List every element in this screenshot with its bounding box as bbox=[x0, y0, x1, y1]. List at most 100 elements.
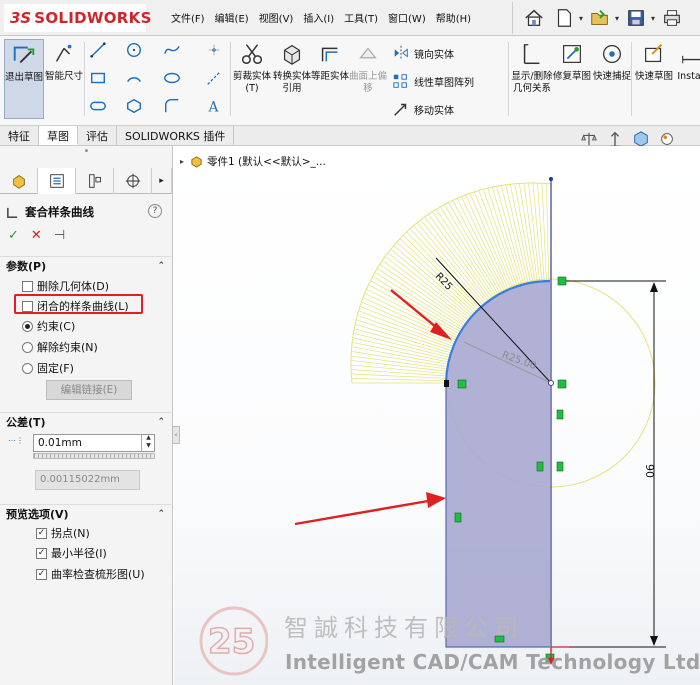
spline-icon[interactable] bbox=[162, 40, 182, 60]
move-icon bbox=[394, 103, 407, 116]
min-radius-checkbox[interactable]: ✓ bbox=[36, 547, 47, 559]
unconstrained-option[interactable]: 解除约束(N) bbox=[22, 339, 98, 355]
spline-endpoint[interactable] bbox=[444, 380, 449, 387]
crosshair-icon bbox=[125, 173, 140, 189]
feature-manager-tab[interactable] bbox=[0, 168, 38, 194]
parameters-section-header[interactable]: 参数(P) ⌃ bbox=[0, 256, 173, 274]
fillet-icon[interactable] bbox=[162, 96, 182, 116]
menu-help[interactable]: 帮助(H) bbox=[431, 10, 476, 25]
offset-entities-button[interactable]: 等距实体 bbox=[310, 39, 350, 83]
curvature-comb-checkbox[interactable]: ✓ bbox=[36, 568, 47, 580]
coincident-marker[interactable] bbox=[557, 379, 567, 389]
comb-tooth bbox=[351, 369, 448, 377]
unconstrained-radio[interactable] bbox=[22, 341, 33, 353]
curvature-comb-option[interactable]: ✓ 曲率检查梳形图(U) bbox=[36, 566, 145, 582]
panel-collapse-handle[interactable]: ‹ bbox=[172, 426, 180, 444]
new-document-icon[interactable] bbox=[551, 5, 577, 31]
mirror-entities-button[interactable]: 镜向实体 bbox=[392, 44, 454, 62]
help-icon[interactable]: ? bbox=[148, 204, 162, 218]
repair-sketch-button[interactable]: 修复草图 bbox=[552, 39, 592, 83]
tolerance-stepper[interactable]: ▲ ▼ bbox=[141, 434, 155, 452]
tolerance-section-header[interactable]: 公差(T) ⌃ bbox=[0, 412, 173, 430]
print-icon[interactable] bbox=[659, 5, 685, 31]
text-icon[interactable]: A bbox=[204, 96, 224, 116]
constrained-option[interactable]: 约束(C) bbox=[22, 318, 75, 334]
inflection-checkbox[interactable]: ✓ bbox=[36, 527, 47, 539]
preview-section-header[interactable]: 预览选项(V) ⌃ bbox=[0, 504, 173, 522]
center-point bbox=[549, 177, 553, 181]
trim-entities-button[interactable]: 剪裁实体(T) bbox=[232, 39, 272, 95]
tolerance-slider[interactable] bbox=[33, 453, 155, 459]
coincident-marker[interactable] bbox=[557, 276, 567, 286]
delete-geometry-option[interactable]: 删除几何体(D) bbox=[22, 278, 109, 294]
tab-sketch[interactable]: 草图 bbox=[39, 126, 78, 145]
offset-on-surface-label: 曲面上偏移 bbox=[348, 71, 387, 94]
menu-view[interactable]: 视图(V) bbox=[254, 10, 299, 25]
delete-geometry-checkbox[interactable] bbox=[22, 280, 33, 292]
inflection-option[interactable]: ✓ 拐点(N) bbox=[36, 525, 90, 541]
fixed-radio[interactable] bbox=[22, 362, 33, 374]
chevron-down-icon[interactable]: ▾ bbox=[579, 14, 583, 23]
arc-center-point[interactable] bbox=[548, 380, 554, 386]
offset-on-surface-button[interactable]: 曲面上偏移 bbox=[348, 39, 388, 95]
quick-snaps-button[interactable]: 快速捕捉 bbox=[592, 39, 632, 83]
chevron-down-icon[interactable]: ▾ bbox=[615, 14, 619, 23]
ellipse-icon[interactable] bbox=[162, 68, 182, 88]
constrained-radio[interactable] bbox=[22, 320, 33, 332]
menu-file[interactable]: 文件(F) bbox=[166, 10, 210, 25]
arc-icon[interactable] bbox=[124, 68, 144, 88]
vertical-marker[interactable] bbox=[454, 512, 462, 523]
menu-window[interactable]: 窗口(W) bbox=[383, 10, 431, 25]
edit-link-button[interactable]: 编辑链接(E) bbox=[46, 380, 132, 400]
menu-tools[interactable]: 工具(T) bbox=[339, 10, 383, 25]
dimxpert-tab[interactable] bbox=[114, 168, 152, 194]
polygon-icon[interactable] bbox=[124, 96, 144, 116]
vertical-marker[interactable] bbox=[556, 461, 564, 472]
quick-snaps-label: 快速捕捉 bbox=[592, 71, 631, 82]
smart-dimension-button[interactable]: 智能尺寸 bbox=[44, 39, 84, 83]
display-relations-button[interactable]: 显示/删除几何关系 bbox=[511, 39, 553, 95]
scissors-icon bbox=[237, 39, 267, 69]
slot-icon[interactable] bbox=[88, 96, 108, 116]
tab-features[interactable]: 特征 bbox=[0, 126, 39, 145]
chevron-down-icon[interactable]: ▾ bbox=[651, 14, 655, 23]
tab-addins[interactable]: SOLIDWORKS 插件 bbox=[117, 126, 235, 145]
rectangle-icon[interactable] bbox=[88, 68, 108, 88]
tolerance-input[interactable]: 0.01mm bbox=[33, 434, 155, 452]
comb-tooth bbox=[351, 346, 449, 365]
open-folder-icon[interactable] bbox=[587, 5, 613, 31]
home-icon[interactable] bbox=[521, 5, 547, 31]
tabs-scroll-right[interactable]: ▸ bbox=[152, 168, 172, 194]
tab-evaluate[interactable]: 评估 bbox=[78, 126, 117, 145]
pin-icon[interactable]: ⊣ bbox=[54, 228, 65, 243]
vertical-marker[interactable] bbox=[536, 461, 544, 472]
instant2d-button[interactable]: Instan bbox=[672, 39, 700, 83]
centerline-icon[interactable] bbox=[204, 68, 224, 88]
configuration-manager-tab[interactable] bbox=[76, 168, 114, 194]
min-radius-option[interactable]: ✓ 最小半径(I) bbox=[36, 545, 107, 561]
command-manager-ribbon: 退出草图 智能尺寸 A 剪裁实体(T) 转换实体引用 等距实体 曲面上偏移 镜向… bbox=[0, 36, 700, 126]
convert-entities-button[interactable]: 转换实体引用 bbox=[272, 39, 312, 95]
exit-sketch-button[interactable]: 退出草图 bbox=[4, 39, 44, 119]
menu-insert[interactable]: 插入(I) bbox=[298, 10, 339, 25]
cancel-button[interactable]: ✕ bbox=[31, 228, 42, 243]
save-icon[interactable] bbox=[623, 5, 649, 31]
line-icon[interactable] bbox=[88, 40, 108, 60]
vertical-marker[interactable] bbox=[556, 409, 564, 420]
circle-icon[interactable] bbox=[124, 40, 144, 60]
tangent-marker[interactable] bbox=[457, 379, 467, 389]
move-entities-button[interactable]: 移动实体 bbox=[392, 100, 454, 118]
ok-button[interactable]: ✓ bbox=[8, 228, 19, 243]
panel-grip[interactable]: • bbox=[0, 146, 173, 168]
comb-tooth bbox=[528, 183, 540, 280]
point-icon[interactable] bbox=[204, 40, 224, 60]
solidworks-logo[interactable]: 3S SOLIDWORKS bbox=[4, 4, 151, 32]
linear-pattern-button[interactable]: 线性草图阵列 bbox=[392, 72, 474, 90]
fixed-option[interactable]: 固定(F) bbox=[22, 360, 74, 376]
rapid-sketch-button[interactable]: 快速草图 bbox=[634, 39, 674, 83]
menu-edit[interactable]: 编辑(E) bbox=[210, 10, 254, 25]
property-manager-tab[interactable] bbox=[38, 168, 76, 194]
unconstrained-label: 解除约束(N) bbox=[37, 341, 98, 354]
height-label[interactable]: 90 bbox=[643, 464, 656, 478]
constrained-label: 约束(C) bbox=[37, 320, 76, 333]
